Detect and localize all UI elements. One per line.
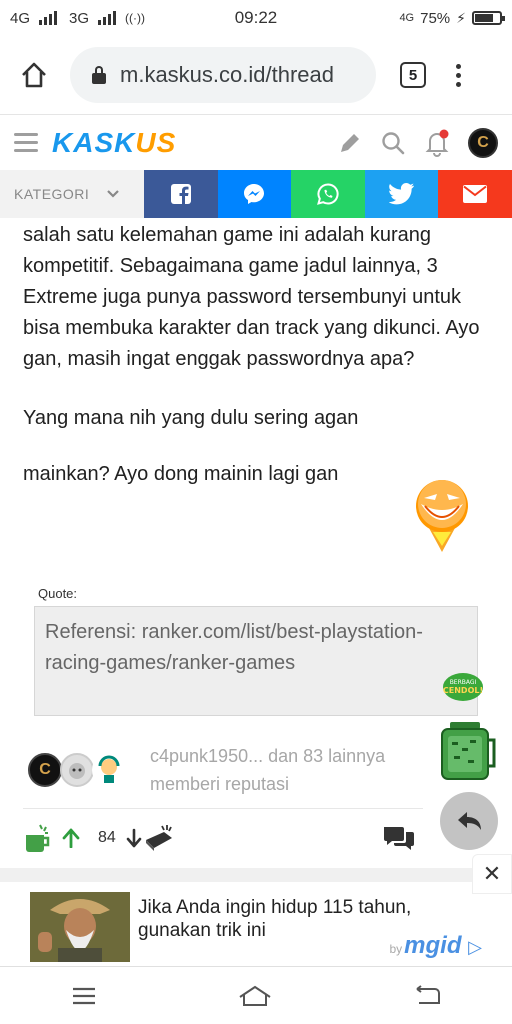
search-icon[interactable] xyxy=(380,130,406,156)
cat-avatar-icon xyxy=(69,763,85,779)
system-nav-bar xyxy=(0,966,512,1024)
kategori-label: KATEGORI xyxy=(14,186,90,202)
logo-part2: US xyxy=(135,126,177,158)
home-icon xyxy=(22,62,46,88)
browser-home-button[interactable] xyxy=(14,55,54,95)
signal-icon xyxy=(39,11,58,25)
header-icons: C xyxy=(338,127,498,158)
kaskus-logo[interactable]: KASKUS xyxy=(52,127,176,159)
url-text: m.kaskus.co.id/thread xyxy=(120,62,334,87)
charging-icon: ⚡ xyxy=(456,9,466,26)
reputation-text: c4punk1950... dan 83 lainnya memberi rep… xyxy=(150,742,385,798)
tab-switcher-button[interactable]: 5 xyxy=(400,62,426,88)
cendol-badge-line2: CENDOL! xyxy=(443,686,483,695)
share-bar: KATEGORI xyxy=(0,170,512,218)
signal-icon-secondary xyxy=(98,11,117,25)
close-icon[interactable]: ✕ xyxy=(472,854,512,894)
cendol-badge-line1: BERBAGI xyxy=(450,679,477,686)
thread-post-body: salah satu kelemahan game ini adalah kur… xyxy=(23,218,493,552)
logo-part1: KASK xyxy=(52,126,136,158)
divider xyxy=(23,808,423,809)
post-paragraph: Yang mana nih yang dulu sering agan xyxy=(23,407,359,429)
browser-toolbar: m.kaskus.co.id/thread 5 xyxy=(0,36,512,114)
nav-home-icon[interactable] xyxy=(238,985,272,1007)
quote-box: Referensi: ranker.com/list/best-playstat… xyxy=(34,606,478,716)
network-label-3g: 3G xyxy=(69,9,90,27)
battery-icon xyxy=(472,11,505,25)
lock-icon xyxy=(92,66,106,84)
user-avatar[interactable]: C xyxy=(468,127,498,158)
reputation-givers: c4punk1950... dan 83 lainnya xyxy=(150,746,386,766)
ad-brand-name: mgid xyxy=(404,932,462,959)
avatar xyxy=(92,753,126,787)
reputation-suffix: memberi reputasi xyxy=(150,774,290,794)
share-twitter-button[interactable] xyxy=(364,170,439,218)
site-header: KASKUS C xyxy=(0,114,512,170)
facebook-icon xyxy=(170,184,191,204)
give-bata-icon[interactable] xyxy=(144,824,174,852)
browser-menu-icon[interactable] xyxy=(456,63,461,87)
recent-apps-icon[interactable] xyxy=(71,986,97,1006)
section-separator xyxy=(0,868,512,882)
email-icon xyxy=(463,185,488,203)
ad-thumbnail xyxy=(30,892,130,962)
avatar xyxy=(60,753,94,787)
comment-icon[interactable] xyxy=(382,824,416,852)
quote-label: Quote: xyxy=(38,586,78,601)
share-email-button[interactable] xyxy=(438,170,512,218)
give-cendol-icon[interactable] xyxy=(24,823,52,853)
status-left: 4G 3G ((·)) xyxy=(10,10,145,27)
hamburger-menu-icon[interactable] xyxy=(14,133,38,152)
battery-percent: 75% xyxy=(420,9,451,27)
vote-count: 84 xyxy=(98,829,116,846)
post-paragraph: salah satu kelemahan game ini adalah kur… xyxy=(23,224,480,370)
reply-arrow-icon xyxy=(458,812,481,830)
ad-image-old-man xyxy=(30,892,130,962)
back-icon[interactable] xyxy=(413,984,441,1007)
url-bar[interactable]: m.kaskus.co.id/thread xyxy=(70,47,376,103)
gamer-avatar-icon xyxy=(98,755,120,783)
share-whatsapp-button[interactable] xyxy=(291,170,365,218)
kategori-dropdown[interactable]: KATEGORI xyxy=(0,170,144,218)
berbagi-cendol-badge[interactable]: BERBAGI CENDOL! xyxy=(442,672,484,702)
ad-by-label: by xyxy=(389,942,403,956)
pencil-icon[interactable] xyxy=(338,131,362,155)
notification-bell-icon[interactable] xyxy=(424,129,450,157)
upvote-arrow-icon[interactable] xyxy=(62,828,80,848)
battery-fill xyxy=(475,14,493,22)
whatsapp-icon xyxy=(317,183,339,205)
reputation-row[interactable]: C c4punk1950... dan 83 lainnya memberi r… xyxy=(28,740,468,800)
sponsored-ad[interactable]: ✕ Jika Anda ingin hidup 115 tahun, gunak… xyxy=(0,854,512,966)
laughing-emoticon-icon xyxy=(416,480,468,552)
quick-reply-button[interactable] xyxy=(440,792,498,850)
network-label-4g: 4G xyxy=(10,9,31,27)
ad-brand[interactable]: bymgid ▷ xyxy=(389,932,482,960)
post-actions: 84 xyxy=(24,792,498,860)
messenger-icon xyxy=(244,184,265,204)
hotspot-icon: ((·)) xyxy=(125,11,146,25)
reputation-avatars: C xyxy=(28,753,126,787)
battery-network-label: 4G xyxy=(399,12,415,24)
chevron-down-icon xyxy=(107,190,119,198)
ad-play-icon: ▷ xyxy=(468,937,482,957)
status-right: 4G 75% ⚡ xyxy=(399,9,505,27)
status-bar: 4G 3G ((·)) 09:22 4G 75% ⚡ xyxy=(0,0,512,36)
share-messenger-button[interactable] xyxy=(217,170,292,218)
share-facebook-button[interactable] xyxy=(144,170,218,218)
downvote-arrow-icon[interactable] xyxy=(126,828,142,848)
twitter-icon xyxy=(388,183,414,205)
avatar: C xyxy=(28,753,62,787)
